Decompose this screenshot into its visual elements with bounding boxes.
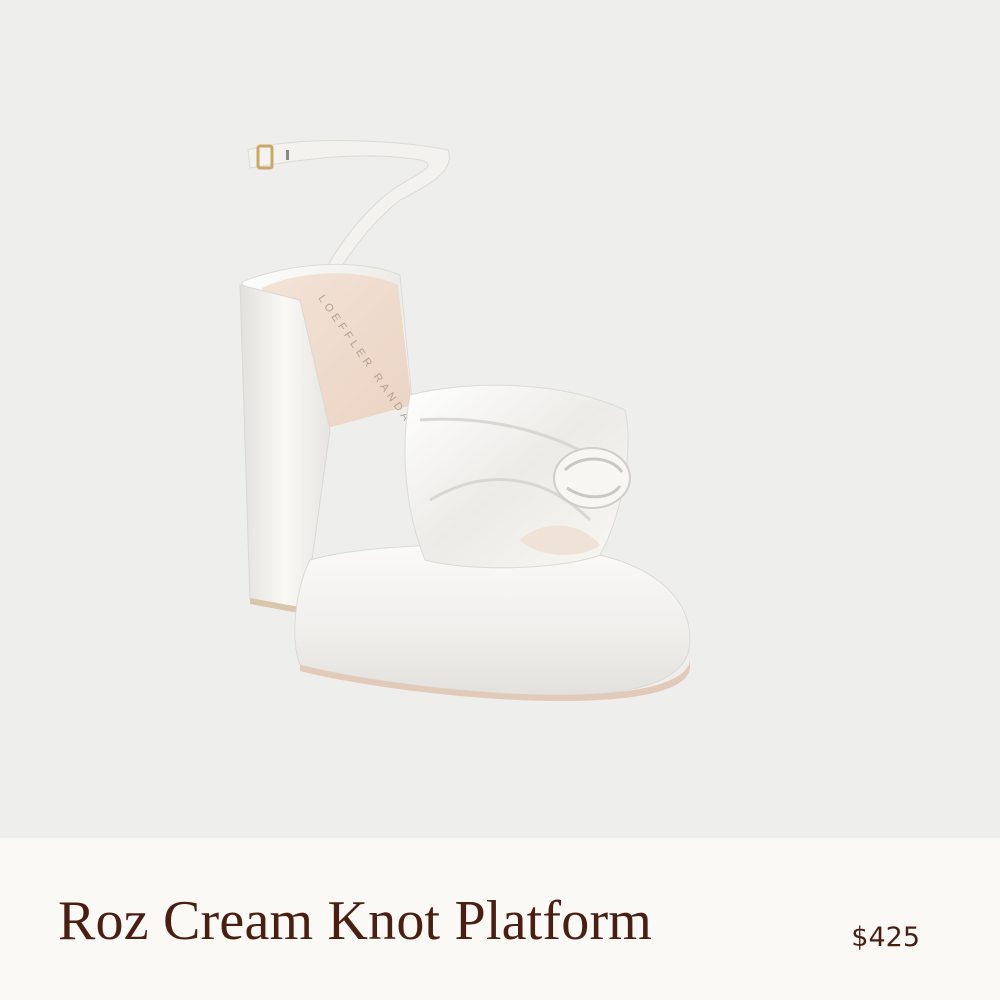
strap-hole bbox=[286, 150, 289, 160]
knot bbox=[553, 447, 631, 509]
product-price: $425 bbox=[851, 922, 920, 953]
product-name[interactable]: Roz Cream Knot Platform bbox=[58, 893, 652, 949]
product-card[interactable]: LOEFFLER RANDALL Roz Cream Knot Platform… bbox=[0, 0, 1000, 1000]
product-image[interactable]: LOEFFLER RANDALL bbox=[0, 0, 1000, 838]
shoe-illustration: LOEFFLER RANDALL bbox=[239, 140, 691, 701]
